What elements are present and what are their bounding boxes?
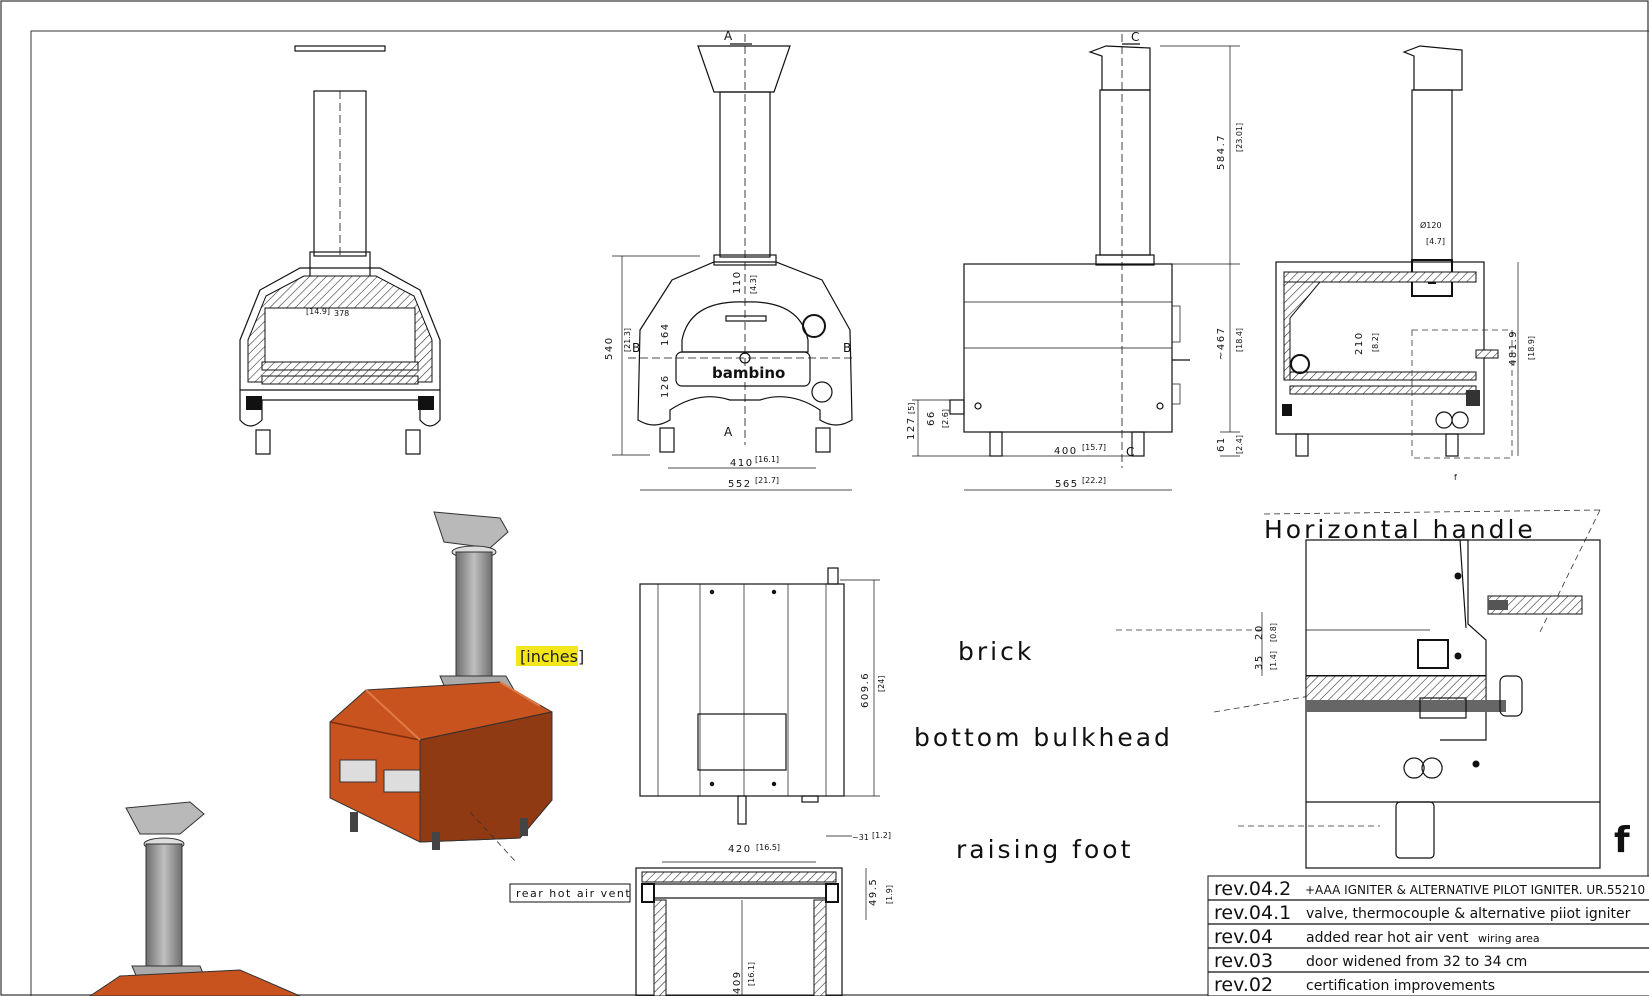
dim-front-110: 110 [732,270,743,294]
dim-detail-20-in: [0.8] [1269,623,1278,642]
sheet-outer-border [0,0,1649,996]
dim-front-540: 540 [604,336,615,360]
revision-code: rev.04.2 [1214,878,1291,900]
dim-side-565: 565 [1055,479,1079,490]
revision-desc: +AAA IGNITER & ALTERNATIVE PILOT IGNITER… [1305,883,1645,897]
front-view: A bambino B B A 540 [21.3] 110 [4.3] 164… [604,29,856,491]
revision-desc: added rear hot air vent [1306,930,1469,946]
front-section-view: [14.9] 378 [239,45,441,455]
dim-bottom-49: 49.5 [868,878,879,906]
leader-bulkhead [1213,695,1311,713]
detail-letter: f [1614,820,1630,861]
section-mark-b-right: B [843,341,851,355]
bambino-logo: bambino [712,364,785,382]
dim-section-dia-in: [4.7] [1426,237,1445,246]
section-mark-c-top: C [1131,30,1139,44]
dim-front-164: 164 [660,322,671,346]
dim-section-210: 210 [1354,331,1365,355]
dim-detail-20: 20 [1254,624,1265,640]
front-section-width-in: [14.9] [306,307,330,316]
dim-front-110-in: [4.3] [749,275,758,294]
bottom-section-view: 420 [16.5] ~31 [1.2] 49.5 [1.9] 409 [16.… [635,831,894,996]
sheet-frame [30,30,1649,996]
dim-front-552: 552 [728,479,752,490]
top-view: 609.6 [24] [639,567,886,825]
dim-front-126: 126 [660,374,671,398]
rear-vent-label: rear hot air vent [516,887,631,900]
revision-row: rev.03 door widened from 32 to 34 cm [1214,950,1527,972]
revision-note: wiring area [1478,932,1540,945]
dim-front-552-in: [21.7] [755,476,779,485]
section-mark-c-bottom: C [1126,445,1134,459]
dim-side-400: 400 [1054,446,1078,457]
dim-section-dia: Ø120 [1420,220,1442,230]
dim-side-565-in: [22.2] [1082,476,1106,485]
dim-bottom-49-in: [1.9] [885,885,894,904]
dim-bottom-409-in: [16.1] [747,962,756,986]
side-view: C 584.7 [23.01] ~467 [18.4] 61 [2.4] 127… [906,30,1244,491]
dim-side-584-in: [23.01] [1235,123,1244,152]
dim-side-467: ~467 [1216,327,1227,360]
dim-side-127: 127 [906,416,917,440]
dim-side-61: 61 [1216,436,1227,452]
label-bottom-bulkhead: bottom bulkhead [914,723,1173,752]
dim-section-481-in: [18.9] [1527,336,1536,360]
side-section-view: Ø120 [4.7] 210 [8.2] 481.9 [18.9] f [1275,45,1536,482]
dim-side-61-in: [2.4] [1235,435,1244,454]
units-note: [inches] [520,647,584,666]
dim-side-66: 66 [926,410,937,426]
revision-code: rev.02 [1214,974,1273,996]
dim-bottom-409: 409 [732,970,743,994]
technical-drawing: [14.9] 378 A bambino B B A 540 [21.3] 11… [0,0,1649,996]
revision-code: rev.03 [1214,950,1273,972]
dim-front-410: 410 [730,458,754,469]
revision-desc: certification improvements [1306,978,1495,994]
label-raising-foot: raising foot [956,835,1133,864]
revision-desc: valve, thermocouple & alternative piiot … [1306,906,1631,922]
dim-front-410-in: [16.1] [755,455,779,464]
side-section-detail-mark: f [1454,473,1457,482]
dim-bottom-420: 420 [728,844,752,855]
dim-detail-35-in: [1.4] [1269,651,1278,670]
front-section-width-mm: 378 [334,309,349,318]
dim-side-467-in: [18.4] [1235,328,1244,352]
dim-top-609-in: [24] [877,676,886,692]
revision-code: rev.04 [1214,926,1273,948]
dim-side-400-in: [15.7] [1082,443,1106,452]
dim-side-66-in: [2.6] [941,409,950,428]
dim-section-210-in: [8.2] [1371,333,1380,352]
label-brick: brick [958,637,1034,666]
revision-row: rev.02 certification improvements [1214,974,1495,996]
revision-table: rev.04.2 +AAA IGNITER & ALTERNATIVE PILO… [1207,875,1649,996]
dim-bottom-31: ~31 [852,833,869,842]
detail-view: 20 [0.8] 35 [1.4] f [1254,509,1630,869]
section-mark-a-top: A [724,29,733,43]
dim-detail-35: 35 [1254,654,1265,670]
revision-row: rev.04.1 valve, thermocouple & alternati… [1214,902,1631,924]
dim-side-584: 584.7 [1216,134,1227,170]
dim-bottom-420-in: [16.5] [756,843,780,852]
dim-top-609: 609.6 [860,672,871,708]
revision-desc: door widened from 32 to 34 cm [1306,954,1527,970]
isometric-oven-upper: [inches] rear hot air vent [329,511,631,903]
dim-section-481: 481.9 [1508,330,1519,366]
dim-bottom-31-in: [1.2] [872,831,891,840]
section-mark-a-bottom: A [724,425,733,439]
section-mark-b-left: B [632,341,640,355]
dim-front-540-in: [21.3] [623,328,632,352]
isometric-oven-lower [89,801,301,996]
revision-code: rev.04.1 [1214,902,1291,924]
dim-side-127-in: [5] [907,403,916,414]
